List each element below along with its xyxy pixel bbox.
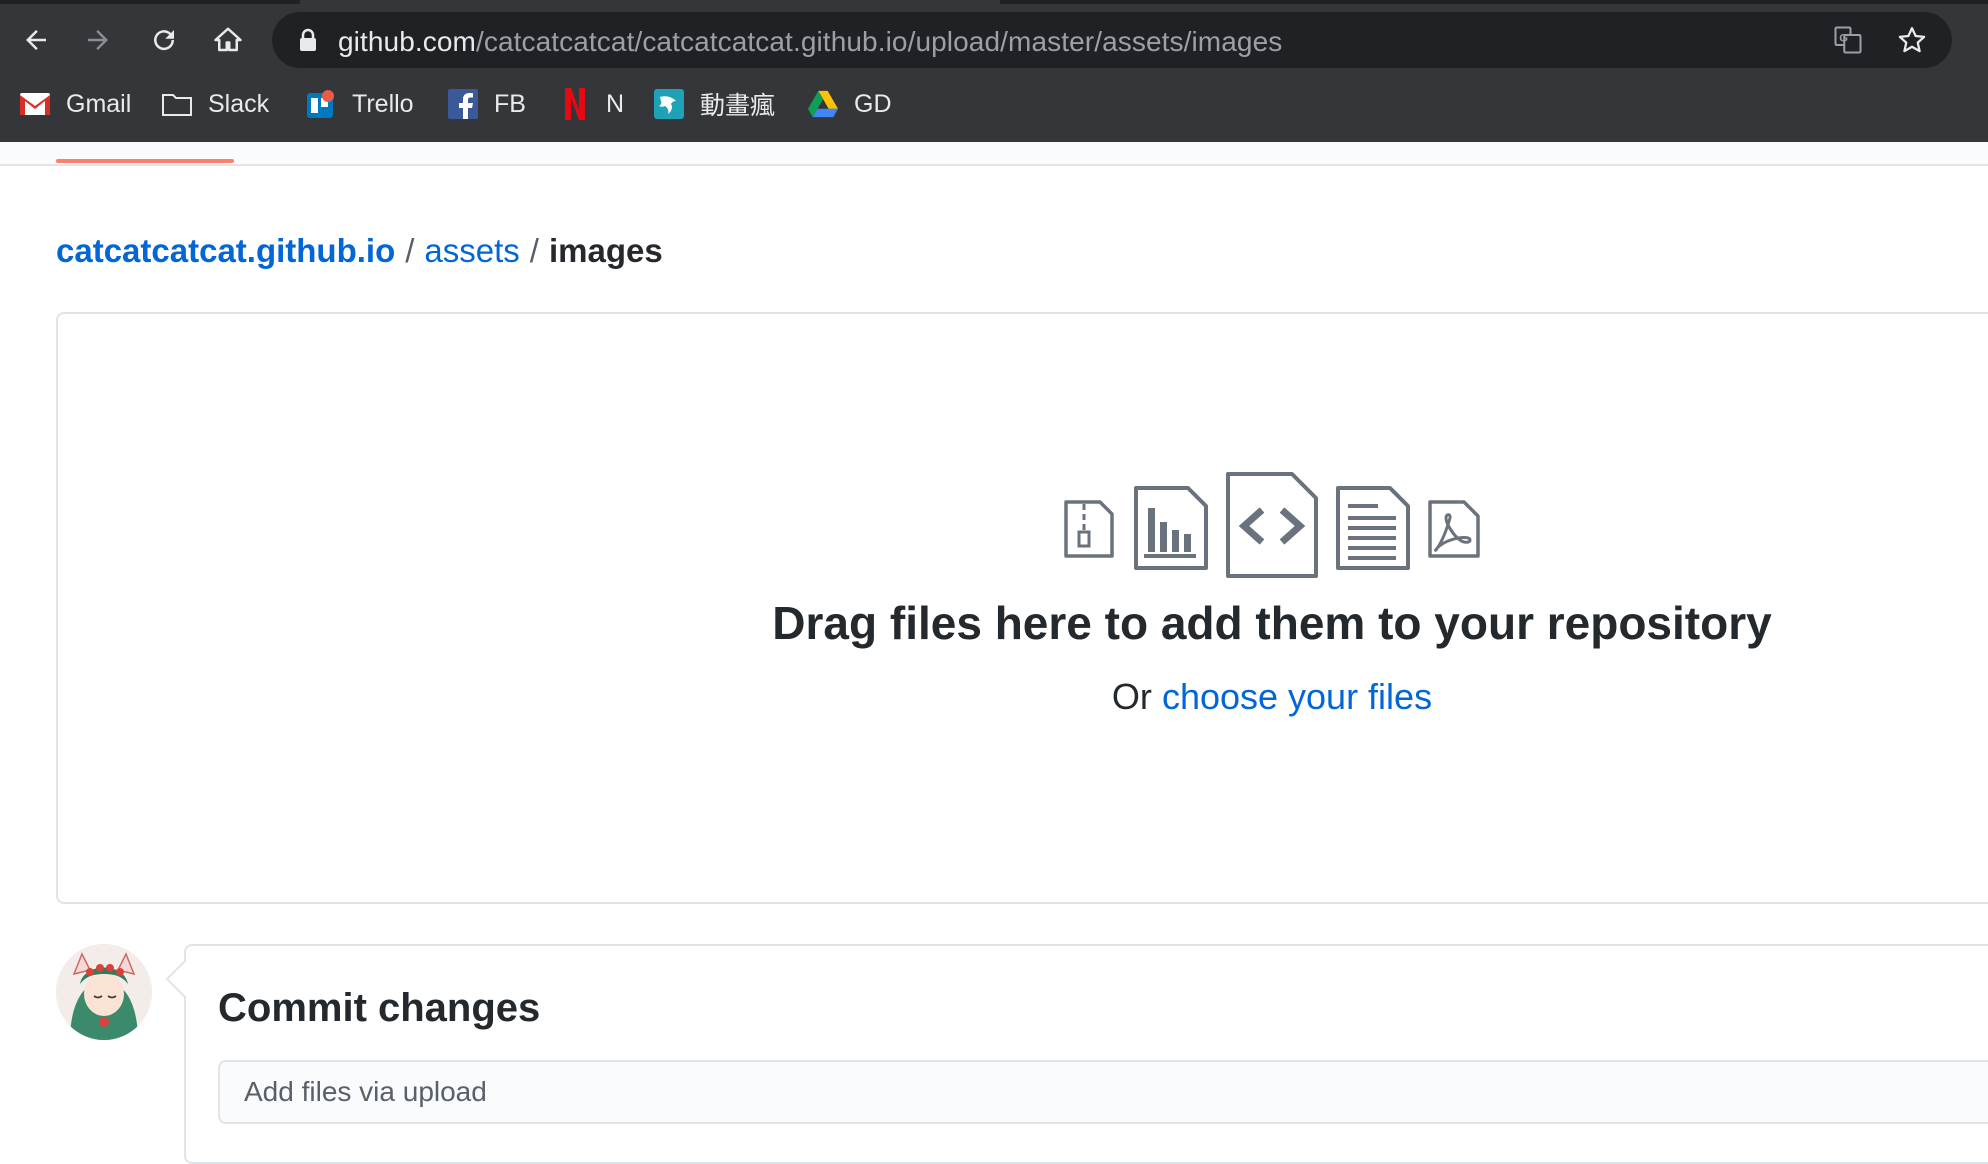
url-text: github.com/catcatcatcat/catcatcatcat.git… xyxy=(338,26,1282,58)
commit-message-input[interactable] xyxy=(218,1060,1988,1124)
reload-icon xyxy=(154,30,175,51)
dropzone-title: Drag files here to add them to your repo… xyxy=(772,597,1772,649)
bookmark-trello[interactable]: Trello xyxy=(306,86,414,122)
url-path: /catcatcatcat/catcatcatcat.github.io/upl… xyxy=(475,26,1283,57)
bookmark-label: Slack xyxy=(208,89,270,118)
translate-button[interactable]: G xyxy=(1832,24,1864,56)
file-code-icon xyxy=(1226,472,1318,578)
bookmark-gmail[interactable]: Gmail xyxy=(20,86,131,122)
browser-toolbar: github.com/catcatcatcat/catcatcatcat.git… xyxy=(0,0,1988,142)
bookmarks-bar: Gmail Slack Trello FB N 動畫瘋 GD xyxy=(0,80,1988,128)
breadcrumb-separator: / xyxy=(405,232,415,269)
bookmark-label: 動畫瘋 xyxy=(700,92,776,120)
breadcrumb-separator: / xyxy=(529,232,539,269)
bookmark-fb[interactable]: FB xyxy=(448,86,526,122)
choose-files-link[interactable]: choose your files xyxy=(1162,676,1432,717)
breadcrumb-folder-link[interactable]: assets xyxy=(424,232,519,269)
bookmark-label: FB xyxy=(494,89,526,118)
gmail-icon xyxy=(20,89,50,119)
dropzone-or-text: Or xyxy=(1111,676,1152,717)
commit-title: Commit changes xyxy=(218,986,541,1030)
lock-icon xyxy=(300,28,316,51)
bookmark-star-button[interactable] xyxy=(1896,24,1928,56)
file-zip-icon xyxy=(1064,500,1114,558)
forward-button[interactable] xyxy=(76,18,120,62)
breadcrumb-repo-link[interactable]: catcatcatcat.github.io xyxy=(56,232,395,269)
facebook-icon xyxy=(448,89,478,119)
arrow-left-icon xyxy=(26,30,46,50)
address-bar[interactable]: github.com/catcatcatcat/catcatcatcat.git… xyxy=(272,12,1952,68)
bookmark-gd[interactable]: GD xyxy=(808,86,892,122)
trello-icon xyxy=(306,89,336,119)
file-type-icons xyxy=(1064,472,1484,580)
anime-icon xyxy=(654,89,684,119)
avatar xyxy=(56,944,152,1040)
url-host: github.com xyxy=(338,26,476,57)
bookmark-label: N xyxy=(606,89,625,118)
bookmark-label: Trello xyxy=(352,89,414,118)
bookmark-netflix[interactable]: N xyxy=(560,86,624,122)
user-avatar-image xyxy=(56,944,152,1040)
reload-button[interactable] xyxy=(142,18,186,62)
netflix-icon xyxy=(560,88,590,120)
file-chart-icon xyxy=(1134,486,1208,570)
bookmark-slack[interactable]: Slack xyxy=(162,86,269,122)
home-icon xyxy=(214,27,242,52)
home-button[interactable] xyxy=(206,18,250,62)
bookmark-label: GD xyxy=(854,89,892,118)
bookmark-label: Gmail xyxy=(66,89,132,118)
breadcrumb: catcatcatcat.github.io / assets / images xyxy=(56,232,663,270)
svg-text:G: G xyxy=(1839,32,1848,44)
selected-tab-underline xyxy=(56,159,234,163)
repo-nav-tabs xyxy=(0,142,1988,166)
dropzone-subtitle: Or choose your files xyxy=(900,676,1644,718)
active-tab[interactable] xyxy=(300,0,1000,4)
bookmark-anime[interactable]: 動畫瘋 xyxy=(654,86,775,122)
breadcrumb-current: images xyxy=(548,232,663,269)
star-icon xyxy=(1898,27,1926,53)
google-drive-icon xyxy=(808,89,838,119)
folder-icon xyxy=(162,89,192,119)
translate-icon: G xyxy=(1834,26,1862,54)
file-pdf-icon xyxy=(1428,500,1480,558)
commit-form xyxy=(184,944,1988,1164)
arrow-right-icon xyxy=(88,30,108,50)
file-text-icon xyxy=(1336,486,1410,570)
back-button[interactable] xyxy=(14,18,58,62)
